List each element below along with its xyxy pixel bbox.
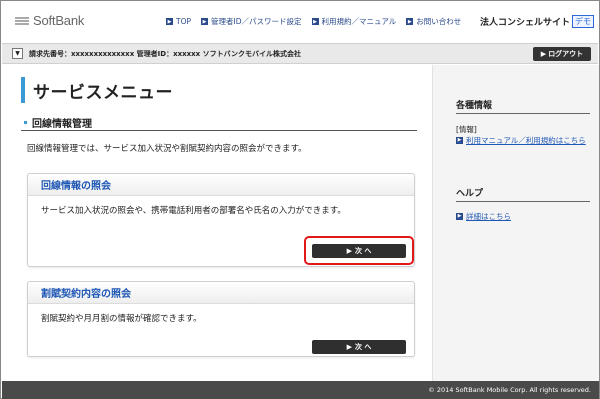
card-installment-contract: 割賦契約内容の照会 割賦契約や月月割の情報が確認できます。 ▶ 次 へ [27, 281, 415, 357]
logout-button[interactable]: ▶ ログアウト [533, 47, 591, 61]
footer: © 2014 SoftBank Mobile Corp. All rights … [2, 381, 599, 399]
logo-mark-icon [15, 16, 29, 25]
page-title-block: サービスメニュー [21, 77, 173, 103]
arrow-right-icon: ▶ [346, 343, 352, 351]
arrow-right-icon: ▶ [456, 213, 463, 220]
arrow-right-icon: ▶ [456, 137, 463, 144]
card-line-info: 回線情報の照会 サービス加入状況の照会や、携帯電話利用者の部署名や氏名の入力がで… [27, 173, 415, 267]
logo-text: SoftBank [33, 13, 85, 28]
page-title: サービスメニュー [33, 82, 173, 103]
demo-badge: デモ [572, 15, 595, 28]
arrow-right-icon: ▶ [166, 18, 173, 25]
card-title: 回線情報の照会 [28, 174, 414, 196]
nav-contact[interactable]: ▶ お問い合わせ [406, 16, 461, 27]
top-header: SoftBank ▶ TOP ▶ 管理者ID／パスワード設定 ▶ 利用規約／マニュアル… [1, 1, 599, 41]
card-description: サービス加入状況の照会や、携帯電話利用者の部署名や氏名の入力ができます。 [41, 206, 346, 216]
copyright: © 2014 SoftBank Mobile Corp. All rights … [428, 386, 591, 394]
section-description: 回線情報管理では、サービス加入状況や割賦契約内容の照会ができます。 [27, 144, 307, 154]
card-title: 割賦契約内容の照会 [28, 282, 414, 304]
arrow-right-icon: ▶ [346, 247, 352, 255]
arrow-right-icon: ▶ [201, 18, 209, 25]
arrow-right-icon: ▶ [311, 18, 319, 25]
arrow-right-icon: ▶ [406, 18, 414, 25]
nav-top[interactable]: ▶ TOP [166, 16, 191, 27]
account-info: 請求先番号：xxxxxxxxxxxxxx 管理者ID：xxxxxx ソフトバンク… [29, 50, 301, 58]
arrow-right-icon: ▶ [540, 50, 547, 58]
nav-terms-manual[interactable]: ▶ 利用規約／マニュアル [311, 16, 396, 27]
bullet-icon [24, 121, 27, 124]
sidebar-info-label: [情報] [456, 125, 477, 134]
section-heading: 回線情報管理 [21, 115, 417, 131]
account-bar: ▼ 請求先番号：xxxxxxxxxxxxxx 管理者ID：xxxxxx ソフトバ… [2, 43, 598, 64]
next-button[interactable]: ▶ 次 へ [312, 340, 406, 354]
title-accent-bar [21, 77, 25, 103]
sidebar-link-help[interactable]: ▶ 詳細はこちら [456, 211, 590, 222]
site-brand: 法人コンシェルサイト デモ [480, 15, 595, 28]
sidebar: 各種情報 [情報] ▶ 利用マニュアル／利用規約はこちら ヘルプ ▶ 詳細はこち… [432, 65, 599, 381]
next-button[interactable]: ▶ 次 へ [312, 244, 406, 258]
page-frame: SoftBank ▶ TOP ▶ 管理者ID／パスワード設定 ▶ 利用規約／マニュアル… [0, 0, 600, 399]
card-description: 割賦契約や月月割の情報が確認できます。 [41, 314, 202, 324]
nav-admin-password[interactable]: ▶ 管理者ID／パスワード設定 [201, 16, 302, 27]
sidebar-link-manual[interactable]: ▶ 利用マニュアル／利用規約はこちら [456, 135, 590, 146]
sidebar-heading-help: ヘルプ [456, 186, 590, 202]
collapse-toggle-icon[interactable]: ▼ [12, 48, 23, 59]
top-nav: ▶ TOP ▶ 管理者ID／パスワード設定 ▶ 利用規約／マニュアル ▶ お問い合わせ [166, 16, 461, 27]
softbank-logo[interactable]: SoftBank [15, 13, 84, 28]
sidebar-heading-info: 各種情報 [456, 98, 590, 114]
